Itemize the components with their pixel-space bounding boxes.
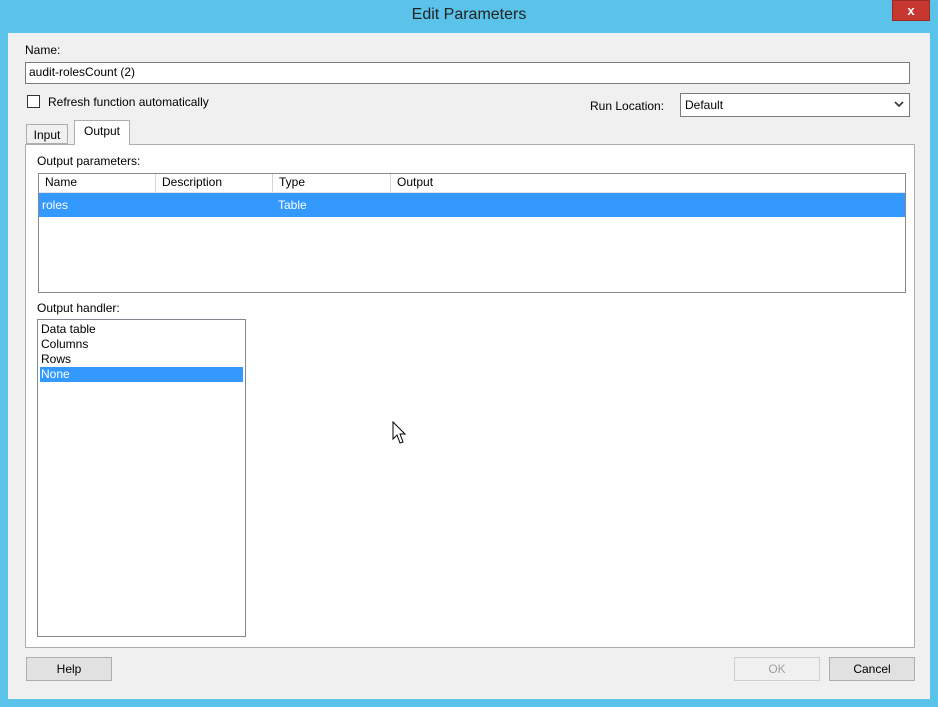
list-header: Name Description Type Output: [39, 174, 905, 193]
dialog-window: Edit Parameters x Name: audit-rolesCount…: [0, 0, 938, 707]
output-tab-panel: Output parameters: Name Description Type…: [25, 144, 915, 648]
cancel-button[interactable]: Cancel: [829, 657, 915, 681]
name-label: Name:: [25, 43, 61, 57]
tab-output[interactable]: Output: [74, 120, 130, 145]
output-handler-list[interactable]: Data table Columns Rows None: [37, 319, 246, 637]
output-handler-label: Output handler:: [37, 301, 120, 315]
run-location-label: Run Location:: [590, 99, 665, 113]
output-parameters-label: Output parameters:: [37, 154, 141, 168]
mouse-pointer-icon: [392, 421, 407, 444]
tab-input[interactable]: Input: [26, 124, 68, 144]
name-field[interactable]: audit-rolesCount (2): [25, 62, 910, 84]
list-item[interactable]: None: [40, 367, 243, 382]
help-button[interactable]: Help: [26, 657, 112, 681]
close-button[interactable]: x: [892, 0, 930, 21]
row-name-cell: roles: [42, 198, 69, 212]
refresh-label: Refresh function automatically: [48, 95, 209, 109]
run-location-value: Default: [685, 98, 724, 112]
column-header-description[interactable]: Description: [156, 174, 273, 192]
list-item[interactable]: Data table: [40, 322, 243, 337]
column-header-output[interactable]: Output: [391, 174, 905, 192]
output-parameters-list[interactable]: Name Description Type Output roles Table: [38, 173, 906, 293]
column-header-type[interactable]: Type: [273, 174, 391, 192]
column-header-name[interactable]: Name: [39, 174, 156, 192]
window-title: Edit Parameters: [411, 6, 527, 23]
list-item[interactable]: Columns: [40, 337, 243, 352]
list-item[interactable]: Rows: [40, 352, 243, 367]
dialog-client-area: Name: audit-rolesCount (2) Refresh funct…: [8, 33, 930, 699]
title-bar[interactable]: Edit Parameters x: [0, 0, 938, 33]
table-row[interactable]: roles Table: [39, 193, 905, 217]
row-type-cell: Table: [278, 198, 307, 212]
ok-button[interactable]: OK: [734, 657, 820, 681]
chevron-down-icon: [894, 101, 904, 108]
run-location-select[interactable]: Default: [680, 93, 910, 117]
refresh-checkbox[interactable]: [27, 95, 40, 108]
